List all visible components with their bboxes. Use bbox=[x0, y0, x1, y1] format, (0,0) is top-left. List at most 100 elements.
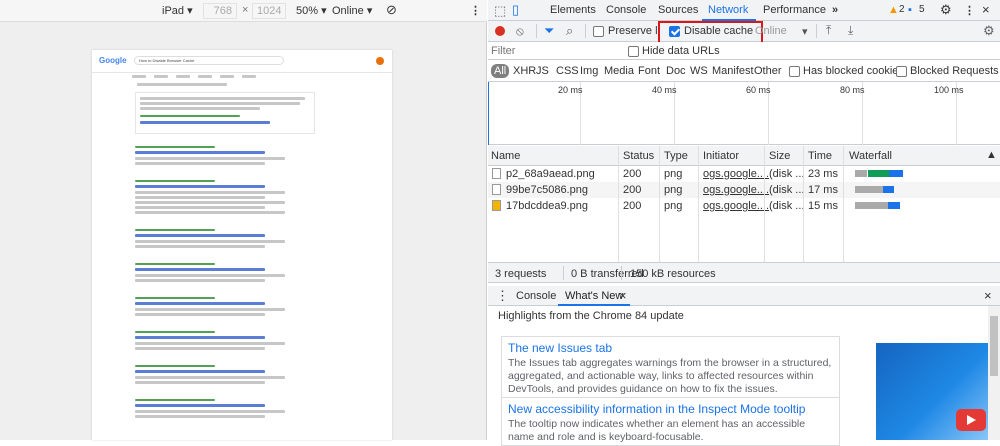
waterfall-bar bbox=[855, 170, 867, 177]
throttling-select[interactable]: Online bbox=[755, 25, 787, 37]
settings-gear-icon[interactable]: ⚙ bbox=[940, 2, 952, 18]
preserve-log-checkbox[interactable] bbox=[593, 26, 604, 37]
issues-tab-description: The Issues tab aggregates warnings from … bbox=[508, 357, 832, 395]
record-icon[interactable] bbox=[495, 26, 505, 36]
type-filter-img[interactable]: Img bbox=[580, 65, 598, 77]
type-filter-font[interactable]: Font bbox=[638, 65, 660, 77]
highlights-heading: Highlights from the Chrome 84 update bbox=[498, 310, 684, 322]
throttle-select[interactable]: Online ▾ bbox=[332, 4, 372, 17]
table-row[interactable]: p2_68a9aead.png 200 png ogs.google.... (disk… bbox=[488, 166, 1000, 182]
search-icon[interactable]: ⌕ bbox=[566, 24, 573, 37]
hide-data-urls-checkbox[interactable] bbox=[628, 46, 639, 57]
device-toolbar-icon[interactable]: ▯ bbox=[512, 3, 519, 16]
filter-icon[interactable]: ⏷ bbox=[544, 24, 554, 37]
timeline-overview[interactable]: 20 ms 40 ms 60 ms 80 ms 100 ms bbox=[488, 82, 1000, 145]
tab-network[interactable]: Network bbox=[708, 4, 748, 16]
result-text-line bbox=[135, 410, 285, 413]
more-tabs-icon[interactable]: » bbox=[832, 4, 838, 16]
tab-console[interactable]: Console bbox=[606, 4, 646, 16]
chevron-down-icon[interactable]: ▾ bbox=[802, 25, 808, 38]
has-blocked-cookies-checkbox[interactable] bbox=[789, 66, 800, 77]
column-waterfall[interactable]: Waterfall bbox=[849, 150, 892, 162]
customize-menu-icon[interactable]: ⋮ bbox=[964, 4, 975, 17]
tab-sources[interactable]: Sources bbox=[658, 4, 698, 16]
type-filter-ws[interactable]: WS bbox=[690, 65, 708, 77]
column-initiator[interactable]: Initiator bbox=[703, 150, 739, 162]
cell-initiator[interactable]: ogs.google.... bbox=[703, 200, 769, 212]
type-filter-all[interactable]: All bbox=[491, 64, 510, 78]
result-text-line bbox=[135, 211, 285, 214]
play-button-icon[interactable] bbox=[956, 409, 986, 431]
type-filter-media[interactable]: Media bbox=[604, 65, 634, 77]
close-drawer-tab-icon[interactable]: × bbox=[619, 288, 627, 303]
cell-initiator[interactable]: ogs.google.... bbox=[703, 168, 769, 180]
column-time[interactable]: Time bbox=[808, 150, 832, 162]
result-text-line bbox=[140, 97, 305, 100]
drawer-menu-icon[interactable]: ⋮ bbox=[496, 288, 509, 304]
accessibility-title[interactable]: New accessibility information in the Ins… bbox=[508, 402, 833, 416]
zoom-select[interactable]: 50% ▾ bbox=[296, 4, 327, 17]
network-settings-icon[interactable]: ⚙ bbox=[983, 24, 995, 37]
issues-tab-title[interactable]: The new Issues tab bbox=[508, 341, 833, 355]
type-filter-xhr[interactable]: XHR bbox=[513, 65, 536, 77]
result-text-line bbox=[135, 157, 285, 160]
height-input[interactable]: 1024 bbox=[252, 3, 286, 19]
timeline-tick: 20 ms bbox=[558, 85, 583, 95]
cell-type: png bbox=[664, 168, 683, 180]
type-filter-js[interactable]: JS bbox=[536, 65, 549, 77]
drawer-tab-console[interactable]: Console bbox=[516, 290, 556, 302]
result-text-line bbox=[140, 107, 260, 110]
result-text-line bbox=[135, 415, 265, 418]
whats-new-panel: Highlights from the Chrome 84 update The… bbox=[488, 306, 1000, 446]
type-filter-other[interactable]: Other bbox=[754, 65, 782, 77]
whats-new-card-accessibility[interactable]: New accessibility information in the Ins… bbox=[501, 398, 840, 446]
timeline-tick: 80 ms bbox=[840, 85, 865, 95]
result-text-line bbox=[135, 302, 265, 305]
tab-elements[interactable]: Elements bbox=[550, 4, 596, 16]
result-text-line bbox=[135, 185, 265, 188]
column-status[interactable]: Status bbox=[623, 150, 654, 162]
inspect-element-icon[interactable]: ⬚ bbox=[494, 4, 506, 17]
cell-size: (disk ... bbox=[769, 200, 805, 212]
cell-name: 17bdcddea9.png bbox=[506, 200, 588, 212]
tab-performance[interactable]: Performance bbox=[763, 4, 826, 16]
column-type[interactable]: Type bbox=[664, 150, 688, 162]
promo-video-thumbnail[interactable] bbox=[876, 343, 994, 440]
device-select[interactable]: iPad ▾ bbox=[162, 4, 193, 17]
result-text-line bbox=[135, 263, 215, 265]
sort-up-icon[interactable]: ▲ bbox=[986, 149, 997, 161]
type-filter-doc[interactable]: Doc bbox=[666, 65, 686, 77]
whats-new-card-issues[interactable]: The new Issues tab The Issues tab aggreg… bbox=[501, 336, 840, 398]
cell-initiator[interactable]: ogs.google.... bbox=[703, 184, 769, 196]
table-row[interactable]: 17bdcddea9.png 200 png ogs.google.... (disk … bbox=[488, 198, 1000, 214]
close-devtools-icon[interactable]: × bbox=[982, 2, 990, 17]
result-text-line bbox=[135, 206, 265, 209]
blocked-requests-checkbox[interactable] bbox=[896, 66, 907, 77]
preserve-log-label: Preserve log bbox=[608, 25, 660, 37]
column-divider bbox=[764, 146, 765, 262]
table-row[interactable]: 99be7c5086.png 200 png ogs.google.... (disk … bbox=[488, 182, 1000, 198]
warning-icon[interactable]: ▲ bbox=[888, 4, 899, 16]
clear-icon[interactable]: ⦸ bbox=[516, 25, 524, 37]
import-har-icon[interactable]: ⤒ bbox=[826, 24, 831, 36]
column-name[interactable]: Name bbox=[491, 150, 520, 162]
more-options-icon[interactable]: ⋮ bbox=[470, 4, 481, 17]
rotate-icon[interactable]: ⊘ bbox=[386, 2, 397, 18]
drawer-scrollbar[interactable] bbox=[988, 306, 1000, 440]
export-har-icon[interactable]: ⤓ bbox=[848, 24, 853, 36]
result-text-line bbox=[135, 370, 265, 373]
type-filter-css[interactable]: CSS bbox=[556, 65, 579, 77]
filter-input[interactable] bbox=[491, 44, 616, 58]
dimension-separator: × bbox=[242, 4, 249, 16]
close-drawer-icon[interactable]: × bbox=[984, 288, 992, 303]
waterfall-bar bbox=[855, 202, 888, 209]
scrollbar-thumb[interactable] bbox=[990, 316, 998, 376]
disable-cache-checkbox[interactable] bbox=[669, 26, 680, 37]
type-filter-manifest[interactable]: Manifest bbox=[712, 65, 754, 77]
drawer-tab-whats-new[interactable]: What's New bbox=[565, 290, 623, 302]
result-text-line bbox=[135, 308, 285, 311]
network-toolbar: ⦸ ⏷ ⌕ Preserve log Disable cache Online … bbox=[488, 21, 1000, 49]
message-icon[interactable]: ▪ bbox=[908, 4, 912, 16]
width-input[interactable]: 768 bbox=[203, 3, 237, 19]
column-size[interactable]: Size bbox=[769, 150, 790, 162]
